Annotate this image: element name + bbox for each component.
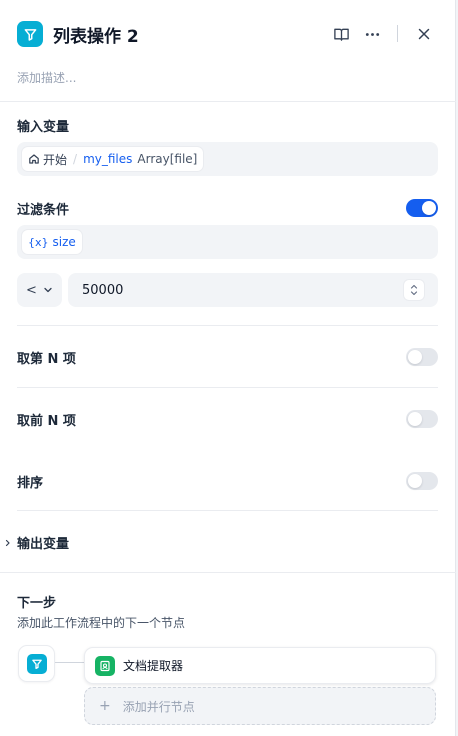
section-divider	[17, 325, 438, 326]
document-extractor-icon	[95, 655, 115, 676]
filter-icon	[26, 653, 47, 674]
current-node-block	[18, 645, 55, 682]
filter-value: 50000	[82, 282, 124, 298]
output-variables-toggle[interactable]: 输出变量	[4, 533, 69, 552]
section-divider	[17, 387, 438, 388]
number-stepper[interactable]	[404, 280, 424, 300]
next-node-label: 文档提取器	[123, 659, 184, 673]
node-connector-line	[55, 662, 85, 663]
section-divider-full	[0, 572, 456, 573]
add-parallel-node-button[interactable]: + 添加并行节点	[84, 687, 436, 725]
stepper-chevrons-icon	[410, 284, 418, 296]
more-horizontal-icon[interactable]	[362, 24, 382, 44]
take-nth-label: 取第 N 项	[17, 352, 76, 367]
header-divider	[397, 25, 398, 42]
output-variables-label: 输出变量	[17, 537, 70, 552]
sort-label: 排序	[17, 476, 44, 491]
take-first-n-label: 取前 N 项	[17, 414, 76, 429]
book-open-icon[interactable]	[331, 24, 351, 44]
close-icon[interactable]	[414, 24, 434, 44]
description-field[interactable]: 添加描述...	[17, 69, 76, 86]
home-icon	[28, 153, 40, 165]
section-divider	[17, 510, 438, 511]
variable-reference-chip[interactable]: 开始 / my_files Array[file]	[22, 147, 204, 171]
plus-icon: +	[99, 698, 111, 714]
toggle-knob	[408, 412, 422, 426]
filter-key-selector[interactable]: {x} size	[17, 225, 438, 259]
take-first-n-toggle[interactable]	[406, 410, 438, 428]
node-title[interactable]: 列表操作 2	[53, 22, 139, 47]
path-separator: /	[73, 152, 78, 166]
filter-condition-label: 过滤条件	[17, 203, 70, 218]
chevron-right-icon	[4, 539, 12, 547]
filter-condition-toggle[interactable]	[406, 199, 438, 217]
node-config-panel: 列表操作 2 添加描述... 输入变量 开始 / my_files Array[…	[0, 0, 456, 736]
next-step-title: 下一步	[17, 596, 57, 611]
next-node-card[interactable]: 文档提取器	[84, 647, 436, 684]
sort-toggle[interactable]	[406, 472, 438, 490]
variable-type: Array[file]	[137, 152, 198, 166]
header-divider-line	[0, 101, 456, 102]
variable-icon: {x}	[28, 235, 49, 249]
toggle-knob	[422, 201, 436, 215]
add-parallel-node-label: 添加并行节点	[122, 699, 195, 714]
variable-name: my_files	[83, 152, 133, 166]
chevron-down-icon	[43, 285, 53, 295]
comparison-operator-select[interactable]: <	[17, 273, 62, 307]
panel-header: 列表操作 2 添加描述...	[0, 0, 456, 100]
take-nth-toggle[interactable]	[406, 348, 438, 366]
operator-value: <	[26, 282, 37, 298]
filter-value-input[interactable]: 50000	[68, 273, 438, 307]
toggle-knob	[408, 474, 422, 488]
input-variable-selector[interactable]: 开始 / my_files Array[file]	[17, 142, 438, 176]
filter-key-chip[interactable]: {x} size	[22, 230, 82, 254]
next-step-description: 添加此工作流程中的下一个节点	[17, 616, 186, 630]
filter-key-name: size	[52, 235, 76, 249]
source-node-name: 开始	[43, 152, 68, 167]
filter-icon	[17, 21, 43, 47]
toggle-knob	[408, 350, 422, 364]
input-variable-label: 输入变量	[17, 120, 70, 135]
